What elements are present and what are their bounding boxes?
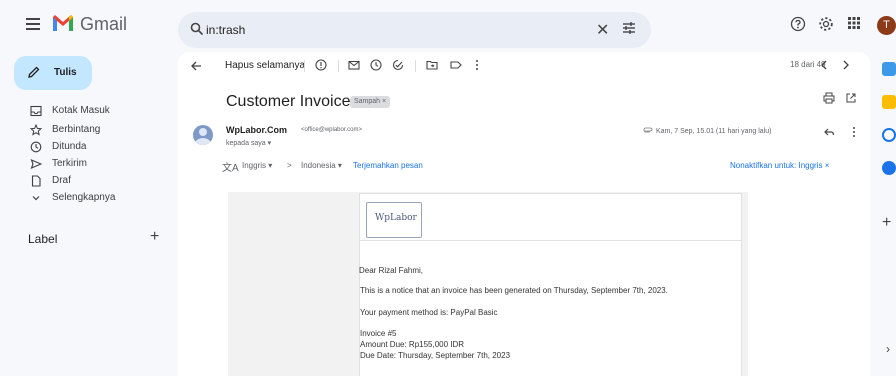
recipient-details-toggle[interactable]: kepada saya ▾ <box>226 139 271 147</box>
sidebar-item-label: Berbintang <box>52 124 101 135</box>
move-to-folder-icon[interactable] <box>426 59 438 71</box>
sidebar-item-drafts[interactable]: Draf <box>0 172 170 190</box>
toolbar-divider <box>304 60 305 72</box>
contacts-icon[interactable] <box>882 161 896 175</box>
search-options-icon[interactable] <box>622 21 636 35</box>
sidebar-item-inbox[interactable]: Kotak Masuk <box>0 102 170 120</box>
search-icon[interactable] <box>190 22 204 36</box>
account-avatar[interactable]: T <box>877 16 896 35</box>
clear-search-icon[interactable]: ✕ <box>596 20 609 40</box>
notice-line: This is a notice that an invoice has bee… <box>360 286 668 295</box>
settings-gear-icon[interactable] <box>818 16 834 32</box>
app-name: Gmail <box>80 14 128 34</box>
snooze-clock-icon[interactable] <box>370 59 382 71</box>
calendar-icon[interactable] <box>882 62 896 76</box>
sidebar-item-label: Ditunda <box>52 141 87 152</box>
sidebar-item-label: Selengkapnya <box>52 192 116 203</box>
trash-label-badge[interactable]: Sampah × <box>350 96 391 108</box>
sender-email: <office@wplabor.com> <box>301 127 363 133</box>
chevron-right-icon[interactable] <box>841 59 851 71</box>
gmail-logo-icon[interactable] <box>52 14 74 32</box>
due-date: Due Date: Thursday, September 7th, 2023 <box>360 351 511 360</box>
sidebar-item-more[interactable]: Selengkapnya <box>0 189 170 207</box>
email-date: Kam, 7 Sep, 15.01 (11 hari yang lalu) <box>656 128 772 135</box>
help-icon[interactable] <box>790 16 806 32</box>
mark-unread-icon[interactable] <box>348 59 360 71</box>
search-input[interactable] <box>206 20 566 40</box>
translate-icon: 文A <box>222 163 239 174</box>
attachment-clip-icon <box>643 127 653 133</box>
main-menu-icon[interactable] <box>26 18 40 30</box>
keep-icon[interactable] <box>882 95 896 109</box>
side-panel-rail: + › <box>870 52 896 376</box>
clock-icon <box>30 141 42 153</box>
sidebar: Tulis Kotak Masuk Berbintang Ditunda Ter… <box>0 52 178 376</box>
invoice-number: Invoice #5 <box>360 329 397 338</box>
email-subject: Customer Invoice <box>226 93 351 110</box>
sender-name: WpLabor.Com <box>226 125 287 135</box>
search-bar[interactable]: ✕ <box>178 12 651 48</box>
source-language-select[interactable]: Inggris ▾ <box>242 161 272 170</box>
chevron-down-icon <box>32 196 40 201</box>
inbox-icon <box>30 105 42 117</box>
invoice-card-header: WpLabor <box>360 194 741 241</box>
sidebar-item-sent[interactable]: Terkirim <box>0 155 170 173</box>
reply-icon[interactable] <box>823 126 835 138</box>
wplabor-logo: WpLabor <box>366 202 422 238</box>
star-icon <box>30 124 42 136</box>
toolbar-divider <box>415 60 416 72</box>
pencil-icon <box>28 66 40 78</box>
add-to-tasks-icon[interactable] <box>392 59 404 71</box>
send-icon <box>30 158 42 170</box>
expand-panel-icon[interactable]: › <box>886 342 890 356</box>
email-body: WpLabor Dear Rizal Fahmi, This is a noti… <box>228 192 748 376</box>
labels-heading: Label <box>28 232 58 246</box>
translate-message-link[interactable]: Terjemahkan pesan <box>353 161 423 170</box>
email-view: Hapus selamanya 18 dari 49 Customer Invo… <box>178 52 870 376</box>
payment-method: Your payment method is: PayPal Basic <box>360 308 498 317</box>
more-options-icon[interactable] <box>474 59 480 71</box>
open-new-window-icon[interactable] <box>845 92 857 104</box>
report-spam-icon[interactable] <box>315 59 327 71</box>
more-vert-icon[interactable] <box>851 126 857 138</box>
tasks-icon[interactable] <box>882 128 896 142</box>
toolbar-divider <box>338 60 339 72</box>
sidebar-item-label: Draf <box>52 175 71 186</box>
add-addon-icon[interactable]: + <box>882 214 891 232</box>
draft-icon <box>31 175 41 187</box>
print-icon[interactable] <box>823 92 835 104</box>
greeting: Dear Rizal Fahmi, <box>359 266 424 275</box>
sender-avatar <box>193 125 213 145</box>
target-language-select[interactable]: Indonesia ▾ <box>301 161 342 170</box>
add-label-icon[interactable]: + <box>150 228 159 246</box>
chevron-left-icon[interactable] <box>819 59 829 71</box>
translate-arrow: > <box>287 161 292 170</box>
disable-translation-link[interactable]: Nonaktifkan untuk: Inggris × <box>730 161 829 170</box>
top-bar: Gmail ✕ T <box>0 0 896 52</box>
logo-text: WpLabor <box>375 213 417 223</box>
compose-button[interactable]: Tulis <box>14 56 92 90</box>
sidebar-item-label: Terkirim <box>52 158 87 169</box>
translate-bar: 文A Inggris ▾ > Indonesia ▾ Terjemahkan p… <box>222 159 862 175</box>
apps-grid-icon[interactable] <box>847 16 861 30</box>
invoice-card: WpLabor Dear Rizal Fahmi, This is a noti… <box>359 193 742 376</box>
compose-label: Tulis <box>54 67 77 78</box>
delete-forever-button[interactable]: Hapus selamanya <box>225 60 305 71</box>
back-arrow-icon[interactable] <box>190 60 202 72</box>
amount-due: Amount Due: Rp155,000 IDR <box>360 340 465 349</box>
sidebar-item-snoozed[interactable]: Ditunda <box>0 138 170 156</box>
sidebar-item-label: Kotak Masuk <box>52 105 110 116</box>
sidebar-item-starred[interactable]: Berbintang <box>0 121 170 139</box>
label-tag-icon[interactable] <box>450 59 462 71</box>
